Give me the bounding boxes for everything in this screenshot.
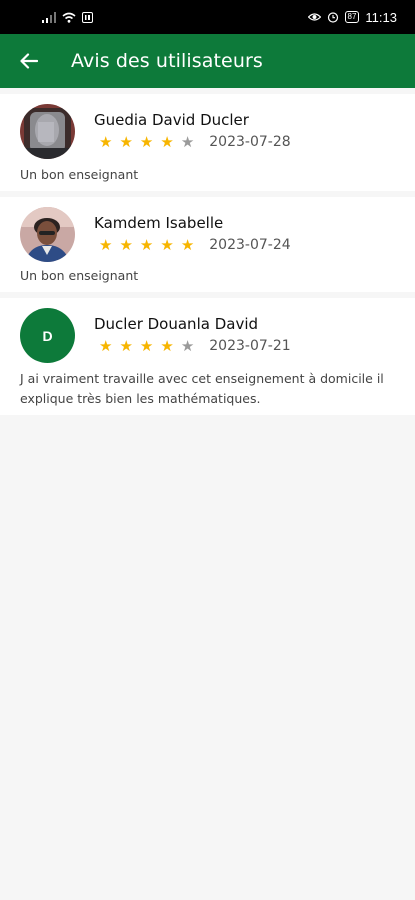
review-header: D Ducler Douanla David ★ ★ ★ ★ ★ 2023-07-21 [20,308,397,363]
star-filled-icon: ★ [99,133,113,151]
app-bar: Avis des utilisateurs [0,34,415,88]
status-bar: 87 11:13 [0,0,415,34]
page-title: Avis des utilisateurs [71,50,263,72]
avatar [20,207,75,262]
status-time: 11:13 [365,9,397,25]
star-filled-icon: ★ [119,236,133,254]
eye-icon [307,12,321,22]
review-list: Guedia David Ducler ★ ★ ★ ★ ★ 2023-07-28 Un … [0,88,415,415]
alarm-icon [327,11,339,23]
review-text: Un bon enseignant [20,268,139,283]
star-filled-icon: ★ [99,337,113,355]
star-filled-icon: ★ [160,337,174,355]
star-filled-icon: ★ [119,133,133,151]
review-meta: Guedia David Ducler ★ ★ ★ ★ ★ 2023-07-28 [94,104,291,151]
review-text: J ai vraiment travaille avec cet enseign… [20,371,384,406]
star-filled-icon: ★ [99,236,113,254]
reviewer-name: Kamdem Isabelle [94,214,224,232]
review-meta: Kamdem Isabelle ★ ★ ★ ★ ★ 2023-07-24 [94,207,291,254]
status-right: 87 11:13 [307,9,397,25]
screen: 87 11:13 Avis des utilisateurs Guedia Da… [0,0,415,900]
review-date: 2023-07-24 [209,237,291,253]
avatar [20,104,75,159]
review-header: Guedia David Ducler ★ ★ ★ ★ ★ 2023-07-28 [20,104,397,159]
review-text: Un bon enseignant [20,167,139,182]
review-date: 2023-07-21 [209,338,291,354]
star-filled-icon: ★ [119,337,133,355]
arrow-left-icon [20,53,38,69]
star-empty-icon: ★ [180,337,195,355]
star-rating: ★ ★ ★ ★ ★ [99,236,194,254]
star-filled-icon: ★ [160,236,174,254]
star-filled-icon: ★ [139,133,154,151]
avatar: D [20,308,75,363]
reviewer-name: Ducler Douanla David [94,315,259,333]
review-card: D Ducler Douanla David ★ ★ ★ ★ ★ 2023-07-21 … [0,298,415,415]
app-notification-icon [82,11,93,23]
rating-row: ★ ★ ★ ★ ★ 2023-07-21 [94,337,291,355]
star-rating: ★ ★ ★ ★ ★ [99,133,194,151]
status-left [42,11,93,23]
review-date: 2023-07-28 [209,134,291,150]
review-header: Kamdem Isabelle ★ ★ ★ ★ ★ 2023-07-24 [20,207,397,262]
signal-icon [42,11,56,23]
star-filled-icon: ★ [139,236,154,254]
wifi-icon [62,12,76,23]
rating-row: ★ ★ ★ ★ ★ 2023-07-24 [94,236,291,254]
star-rating: ★ ★ ★ ★ ★ [99,337,194,355]
review-meta: Ducler Douanla David ★ ★ ★ ★ ★ 2023-07-21 [94,308,291,355]
review-card: Guedia David Ducler ★ ★ ★ ★ ★ 2023-07-28 Un … [0,94,415,191]
avatar-initial: D [42,327,53,344]
reviewer-name: Guedia David Ducler [94,111,249,129]
star-filled-icon: ★ [180,236,195,254]
battery-icon: 87 [344,11,360,23]
star-empty-icon: ★ [180,133,195,151]
star-filled-icon: ★ [139,337,154,355]
rating-row: ★ ★ ★ ★ ★ 2023-07-28 [94,133,291,151]
star-filled-icon: ★ [160,133,174,151]
battery-level: 87 [347,12,357,21]
review-card: Kamdem Isabelle ★ ★ ★ ★ ★ 2023-07-24 Un bon … [0,197,415,292]
back-button[interactable] [18,50,40,72]
